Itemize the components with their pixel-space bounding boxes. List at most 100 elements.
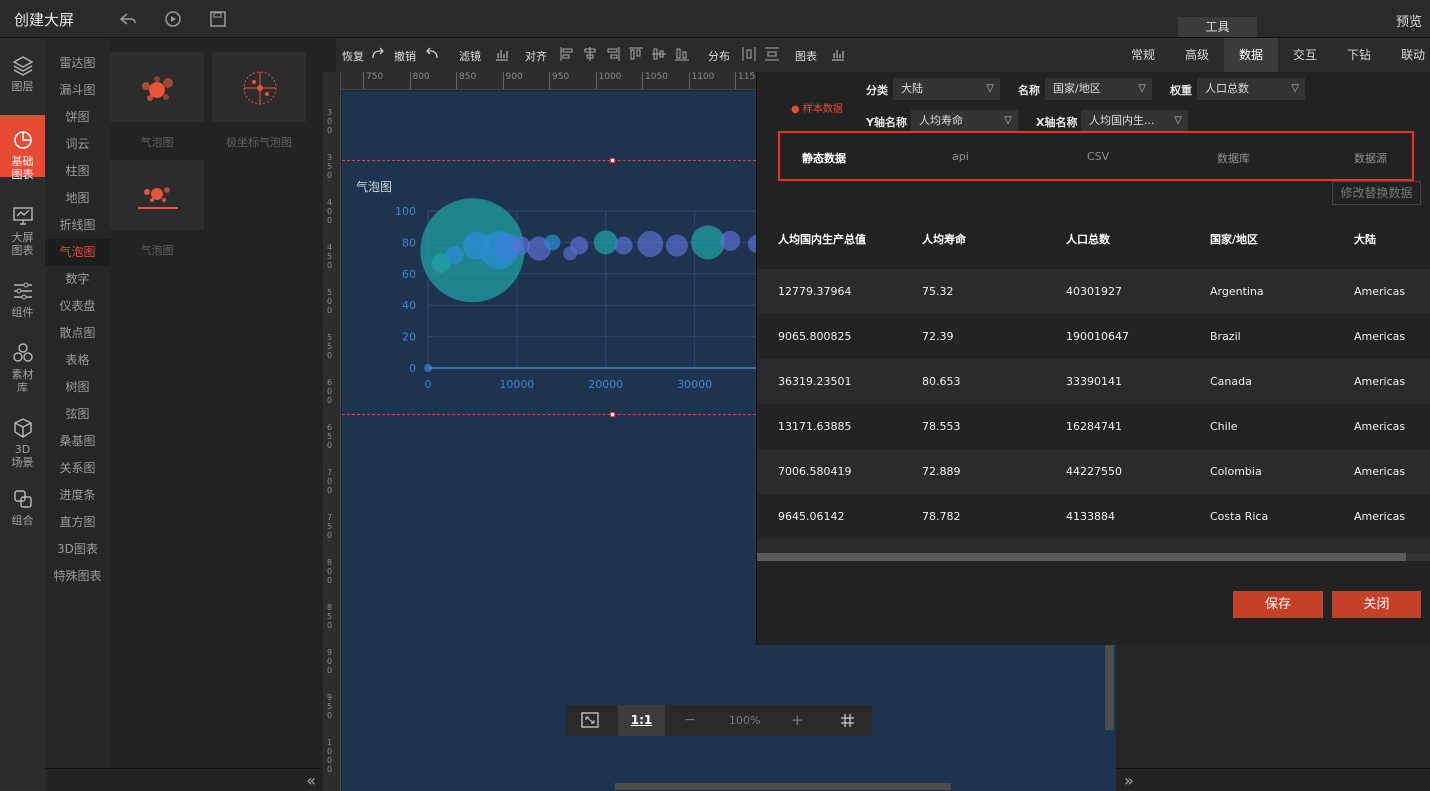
align-right-icon[interactable] — [605, 46, 621, 62]
double-chevron-right-icon[interactable]: » — [1124, 771, 1134, 790]
bubble-chart-thumb-2[interactable] — [110, 160, 204, 230]
property-tab[interactable]: 数据 — [1224, 38, 1278, 72]
category-item[interactable]: 柱图 — [45, 158, 110, 185]
fit-screen-icon[interactable] — [581, 712, 599, 728]
edit-replace-data-button[interactable]: 修改替换数据 — [1332, 181, 1421, 205]
table-row[interactable]: 7006.580419 72.889 44227550 Colombia America… — [757, 449, 1430, 494]
save-icon[interactable] — [208, 9, 228, 29]
name-select[interactable]: 国家/地区 ▽ — [1045, 78, 1152, 100]
nav-item[interactable]: 基础 图表 — [0, 115, 45, 181]
polar-bubble-chart-thumb[interactable] — [212, 52, 306, 122]
play-icon[interactable] — [163, 9, 183, 29]
category-item[interactable]: 关系图 — [45, 455, 110, 482]
chart-settings-icon[interactable] — [830, 46, 846, 62]
category-item[interactable]: 数字 — [45, 266, 110, 293]
column-header[interactable]: 人均国内生产总值 — [778, 231, 866, 247]
right-panel-collapse[interactable]: » — [1116, 768, 1430, 791]
align-middle-icon[interactable] — [651, 46, 667, 62]
canvas-horizontal-scrollbar[interactable] — [615, 783, 951, 790]
category-item[interactable]: 进度条 — [45, 482, 110, 509]
category-item[interactable]: 特殊图表 — [45, 563, 110, 590]
zoom-in-button[interactable]: + — [791, 711, 804, 729]
property-tab[interactable]: 高级 — [1170, 38, 1224, 72]
data-source-option[interactable]: 数据源 — [1354, 150, 1387, 166]
data-source-option[interactable]: api — [952, 150, 969, 163]
category-item[interactable]: 折线图 — [45, 212, 110, 239]
category-item[interactable]: 弦图 — [45, 401, 110, 428]
resize-handle-top[interactable] — [610, 158, 615, 163]
data-source-option[interactable]: 静态数据 — [802, 150, 846, 166]
distribute-vertical-icon[interactable] — [764, 46, 780, 62]
zoom-out-button[interactable]: − — [684, 712, 696, 728]
redo-icon[interactable] — [370, 46, 386, 62]
resize-handle-bottom[interactable] — [610, 412, 615, 417]
bubble-chart[interactable]: 020406080100010000200003000040000 — [342, 195, 756, 400]
category-item[interactable]: 树图 — [45, 374, 110, 401]
tool-tab[interactable]: 工具 — [1178, 17, 1257, 37]
nav-item[interactable]: 素材库 — [0, 338, 45, 394]
category-select[interactable]: 大陆 ▽ — [893, 78, 1000, 100]
table-row[interactable]: 9645.06142 78.782 4133884 Costa Rica America… — [757, 494, 1430, 539]
align-bottom-icon[interactable] — [674, 46, 690, 62]
x-axis-select[interactable]: 人均国内生... ▽ — [1081, 110, 1188, 132]
category-item[interactable]: 饼图 — [45, 104, 110, 131]
category-item[interactable]: 3D图表 — [45, 536, 110, 563]
table-row[interactable]: 36319.23501 80.653 33390141 Canada Americas — [757, 359, 1430, 404]
undo-icon[interactable] — [424, 46, 440, 62]
nav-item[interactable]: 3D 场景 — [0, 413, 45, 469]
save-button[interactable]: 保存 — [1233, 591, 1323, 618]
y-axis-select[interactable]: 人均寿命 ▽ — [911, 110, 1018, 132]
data-source-option[interactable]: 数据库 — [1217, 150, 1250, 166]
grid-icon[interactable] — [840, 713, 855, 728]
column-header[interactable]: 人均寿命 — [922, 231, 966, 247]
category-item[interactable]: 地图 — [45, 185, 110, 212]
property-tab[interactable]: 常规 — [1116, 38, 1170, 72]
bubble-point — [544, 234, 561, 251]
column-header[interactable]: 国家/地区 — [1210, 231, 1258, 247]
category-item[interactable]: 直方图 — [45, 509, 110, 536]
table-row[interactable]: 9065.800825 72.39 190010647 Brazil Americas — [757, 314, 1430, 359]
weight-select[interactable]: 人口总数 ▽ — [1197, 78, 1305, 100]
preview-button[interactable]: 预览 — [1396, 11, 1422, 30]
data-source-option[interactable]: CSV — [1087, 150, 1109, 163]
category-item[interactable]: 仪表盘 — [45, 293, 110, 320]
category-item[interactable]: 雷达图 — [45, 50, 110, 77]
nav-item[interactable]: 图层 — [0, 50, 45, 100]
property-tab[interactable]: 交互 — [1278, 38, 1332, 72]
restore-button[interactable]: 恢复 — [342, 48, 364, 64]
distribute-horizontal-icon[interactable] — [741, 46, 757, 62]
category-item[interactable]: 词云 — [45, 131, 110, 158]
align-center-icon[interactable] — [582, 46, 598, 62]
property-tab[interactable]: 下钻 — [1332, 38, 1386, 72]
table-scrollbar[interactable] — [757, 553, 1406, 561]
column-header[interactable]: 人口总数 — [1066, 231, 1110, 247]
close-button[interactable]: 关闭 — [1332, 591, 1421, 618]
category-item[interactable]: 散点图 — [45, 320, 110, 347]
nav-item[interactable]: 大屏 图表 — [0, 201, 45, 257]
nav-item[interactable]: 组合 — [0, 484, 45, 527]
nav-item[interactable]: 组件 — [0, 276, 45, 319]
filter-button[interactable]: 滤镜 — [459, 48, 481, 64]
undo-button[interactable]: 撤销 — [394, 48, 416, 64]
column-header[interactable]: 大陆 — [1354, 231, 1376, 247]
weight-label: 权重 — [1170, 84, 1192, 97]
category-item[interactable]: 桑基图 — [45, 428, 110, 455]
chart-button[interactable]: 图表 — [795, 48, 817, 64]
double-chevron-left-icon[interactable]: « — [306, 771, 316, 790]
distribute-button[interactable]: 分布 — [708, 48, 730, 64]
category-item[interactable]: 表格 — [45, 347, 110, 374]
canvas-vertical-scrollbar[interactable] — [1105, 645, 1114, 730]
bubble-chart-thumb[interactable] — [110, 52, 204, 122]
category-item[interactable]: 漏斗图 — [45, 77, 110, 104]
left-panel-collapse[interactable]: « — [45, 768, 322, 791]
align-top-icon[interactable] — [628, 46, 644, 62]
filter-chart-icon[interactable] — [494, 46, 510, 62]
table-row[interactable]: 13171.63885 78.553 16284741 Chile Americas — [757, 404, 1430, 449]
property-tab[interactable]: 联动 — [1386, 38, 1430, 72]
back-icon[interactable] — [118, 9, 138, 29]
actual-size-button[interactable]: 1:1 — [618, 705, 665, 736]
category-item[interactable]: 气泡图 — [45, 239, 110, 266]
align-left-icon[interactable] — [559, 46, 575, 62]
table-row[interactable]: 12779.37964 75.32 40301927 Argentina America… — [757, 269, 1430, 314]
align-button[interactable]: 对齐 — [525, 48, 547, 64]
